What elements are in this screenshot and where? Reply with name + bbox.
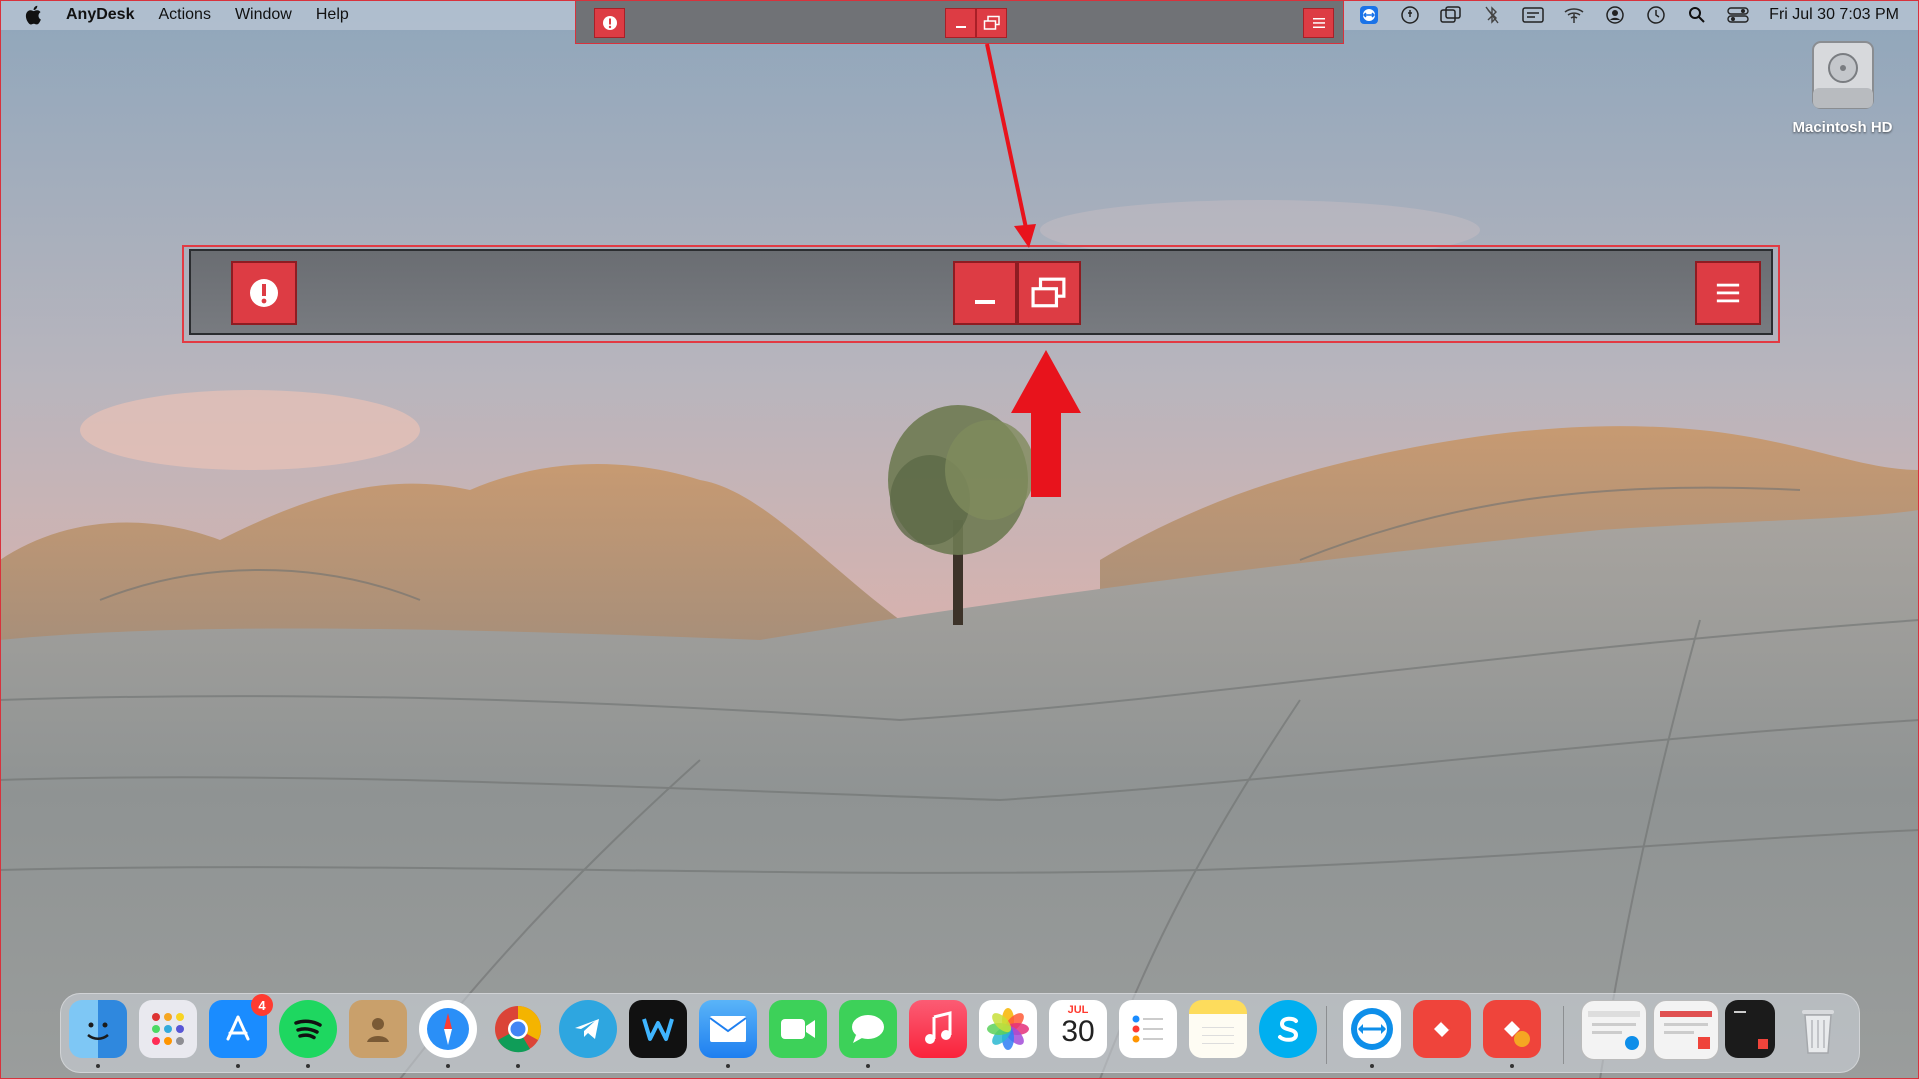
info-icon <box>250 279 278 307</box>
spotlight-search-icon[interactable] <box>1685 5 1709 25</box>
reminders-icon[interactable] <box>1119 1000 1177 1058</box>
anydesk-icon[interactable] <box>1413 1000 1471 1058</box>
password-status-icon[interactable] <box>1398 5 1422 25</box>
menubar-clock[interactable]: Fri Jul 30 7:03 PM <box>1769 6 1899 24</box>
app-store-badge: 4 <box>251 994 273 1016</box>
teamviewer-icon[interactable] <box>1343 1000 1401 1068</box>
time-machine-icon[interactable] <box>1644 5 1668 25</box>
dock: 4 JUL 30 <box>60 993 1860 1073</box>
menu-actions[interactable]: Actions <box>158 6 210 24</box>
minimize-icon <box>975 300 995 304</box>
info-icon <box>602 16 617 30</box>
restore-button[interactable] <box>1017 261 1081 325</box>
minimized-window-terminal[interactable] <box>1725 1000 1775 1058</box>
photos-icon[interactable] <box>979 1000 1037 1058</box>
menu-button[interactable] <box>1695 261 1761 325</box>
macintosh-hd-label: Macintosh HD <box>1792 119 1893 136</box>
skype-icon[interactable] <box>1259 1000 1317 1058</box>
input-source-icon[interactable] <box>1521 5 1545 25</box>
restore-window-icon <box>983 15 1000 30</box>
minimized-window-anydesk[interactable] <box>1653 1000 1719 1060</box>
apple-icon[interactable] <box>24 4 44 26</box>
user-account-icon[interactable] <box>1603 5 1627 25</box>
menu-button-small[interactable] <box>1303 8 1334 38</box>
screens-status-icon[interactable] <box>1439 5 1463 25</box>
menu-app-name[interactable]: AnyDesk <box>66 6 134 24</box>
menu-help[interactable]: Help <box>316 6 349 24</box>
webex-icon[interactable] <box>629 1000 687 1058</box>
anydesk-toolbar-zoomed <box>189 249 1773 335</box>
anydesk-active-icon[interactable] <box>1483 1000 1541 1068</box>
dock-separator <box>1326 1006 1327 1064</box>
anydesk-toolbar-small <box>575 0 1344 44</box>
facetime-icon[interactable] <box>769 1000 827 1058</box>
info-button[interactable] <box>231 261 297 325</box>
calendar-day: 30 <box>1061 1015 1095 1048</box>
hamburger-menu-icon <box>1716 283 1740 303</box>
spotify-icon[interactable] <box>279 1000 337 1068</box>
trash-icon[interactable] <box>1789 1000 1847 1058</box>
minimized-window-teamviewer[interactable] <box>1581 1000 1647 1060</box>
teamviewer-status-icon[interactable] <box>1357 5 1381 25</box>
minimize-button-small[interactable] <box>945 8 976 38</box>
bluetooth-off-icon[interactable] <box>1480 5 1504 25</box>
launchpad-icon[interactable] <box>139 1000 197 1058</box>
minimize-button[interactable] <box>953 261 1017 325</box>
chrome-icon[interactable] <box>489 1000 547 1068</box>
wifi-icon[interactable] <box>1562 5 1586 25</box>
messages-icon[interactable] <box>839 1000 897 1068</box>
restore-button-small[interactable] <box>976 8 1007 38</box>
control-center-icon[interactable] <box>1726 5 1750 25</box>
calendar-icon[interactable]: JUL 30 <box>1049 1000 1107 1058</box>
menu-window[interactable]: Window <box>235 6 292 24</box>
macintosh-hd-desktop-icon[interactable]: Macintosh HD <box>1780 40 1905 136</box>
dock-separator <box>1563 1006 1564 1064</box>
contacts-icon[interactable] <box>349 1000 407 1058</box>
notes-icon[interactable] <box>1189 1000 1247 1058</box>
telegram-icon[interactable] <box>559 1000 617 1058</box>
mail-icon[interactable] <box>699 1000 757 1068</box>
status-area: Fri Jul 30 7:03 PM <box>1357 0 1899 30</box>
minimize-icon <box>955 26 966 28</box>
safari-icon[interactable] <box>419 1000 477 1068</box>
finder-icon[interactable] <box>69 1000 127 1068</box>
hamburger-menu-icon <box>1312 18 1325 28</box>
app-store-icon[interactable]: 4 <box>209 994 273 1068</box>
hard-drive-icon <box>1811 41 1874 109</box>
info-button-small[interactable] <box>594 8 625 38</box>
restore-window-icon <box>1031 277 1066 308</box>
desktop-wallpaper <box>0 0 1919 1079</box>
music-icon[interactable] <box>909 1000 967 1058</box>
